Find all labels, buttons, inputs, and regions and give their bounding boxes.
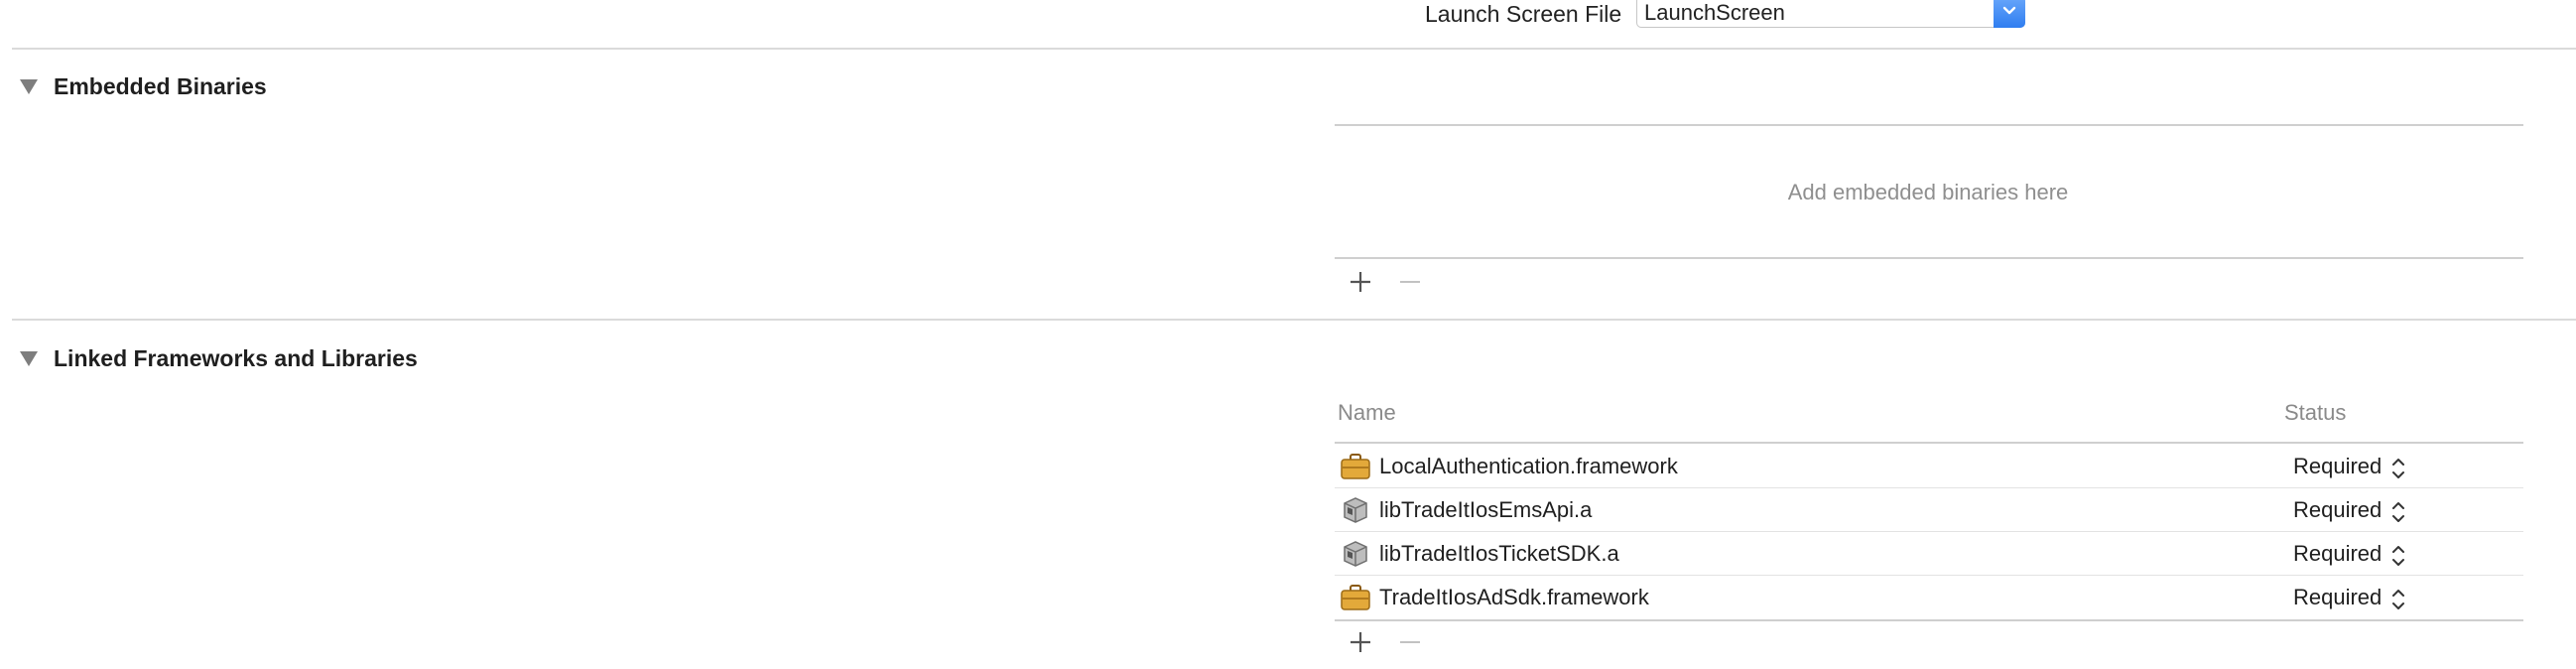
disclosure-triangle-icon[interactable] — [20, 79, 38, 94]
section-divider — [12, 319, 2576, 321]
static-library-icon — [1341, 496, 1370, 524]
status-value[interactable]: Required — [2293, 497, 2382, 523]
framework-name: TradeItIosAdSdk.framework — [1379, 585, 1649, 609]
column-header-status[interactable]: Status — [2284, 400, 2346, 426]
framework-toolbox-icon — [1341, 453, 1370, 480]
table-header-border — [1335, 442, 2523, 444]
add-framework-button[interactable] — [1348, 629, 1373, 655]
launch-screen-file-popup[interactable]: LaunchScreen — [1636, 0, 2025, 28]
embedded-binaries-bottom-border — [1335, 257, 2523, 259]
disclosure-triangle-icon[interactable] — [20, 351, 38, 366]
add-embedded-binary-button[interactable] — [1348, 269, 1373, 295]
up-down-stepper-icon[interactable] — [2391, 457, 2405, 485]
status-value[interactable]: Required — [2293, 541, 2382, 567]
status-value[interactable]: Required — [2293, 454, 2382, 479]
table-row[interactable]: TradeItIosAdSdk.framework Required — [1333, 576, 2523, 619]
launch-screen-file-label: Launch Screen File — [1425, 1, 1622, 27]
library-name: libTradeItIosTicketSDK.a — [1379, 541, 1619, 566]
up-down-stepper-icon[interactable] — [2391, 500, 2405, 529]
remove-embedded-binary-button[interactable] — [1397, 269, 1423, 295]
library-name: libTradeItIosEmsApi.a — [1379, 497, 1593, 522]
section-divider — [12, 48, 2576, 50]
column-header-name[interactable]: Name — [1338, 400, 1396, 426]
embedded-binaries-top-border — [1335, 124, 2523, 126]
static-library-icon — [1341, 540, 1370, 568]
table-row[interactable]: libTradeItIosEmsApi.a Required — [1333, 488, 2523, 532]
status-value[interactable]: Required — [2293, 585, 2382, 610]
framework-toolbox-icon — [1341, 584, 1370, 611]
linked-frameworks-title: Linked Frameworks and Libraries — [54, 345, 418, 371]
table-bottom-border — [1335, 619, 2523, 621]
up-down-stepper-icon[interactable] — [2391, 588, 2405, 616]
chevron-down-icon[interactable] — [1994, 0, 2025, 28]
embedded-binaries-placeholder: Add embedded binaries here — [1787, 180, 2069, 204]
up-down-stepper-icon[interactable] — [2391, 544, 2405, 573]
framework-name: LocalAuthentication.framework — [1379, 454, 1678, 478]
table-row[interactable]: libTradeItIosTicketSDK.a Required — [1333, 532, 2523, 576]
table-row[interactable]: LocalAuthentication.framework Required — [1333, 445, 2523, 488]
embedded-binaries-title: Embedded Binaries — [54, 73, 267, 99]
launch-screen-file-value: LaunchScreen — [1644, 0, 1785, 25]
remove-framework-button[interactable] — [1397, 629, 1423, 655]
